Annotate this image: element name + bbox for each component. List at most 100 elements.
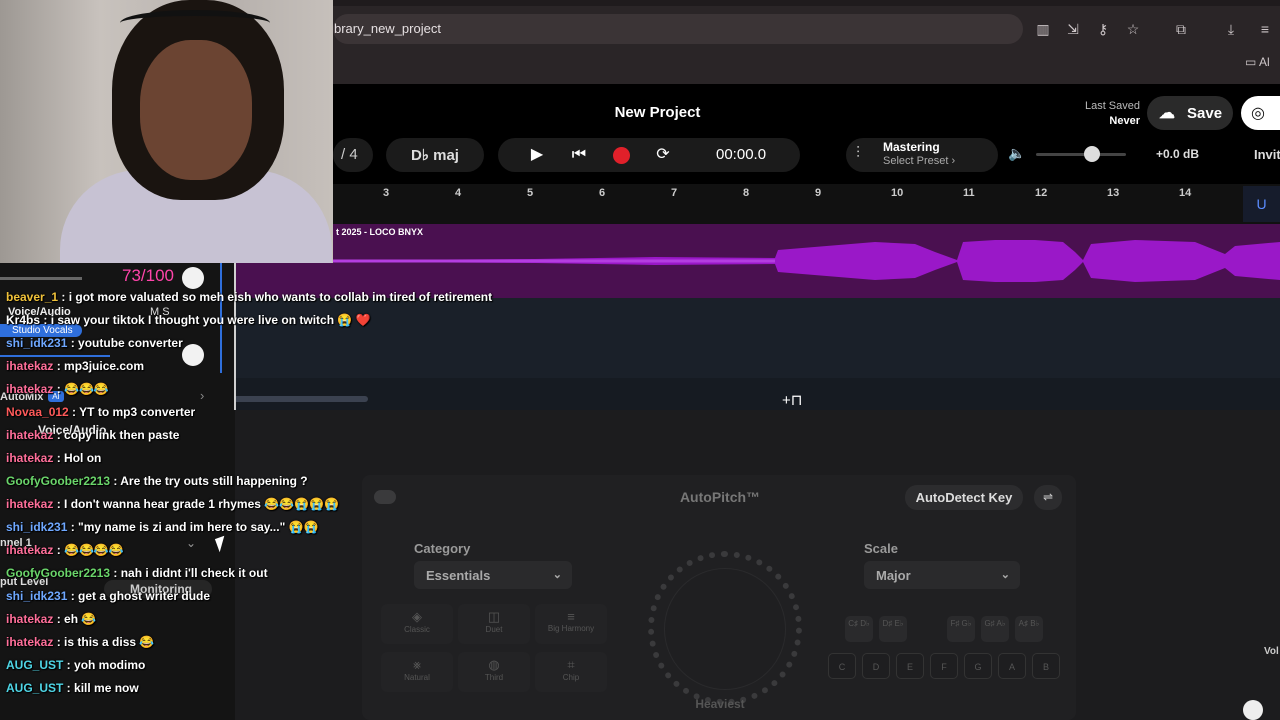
note-button-d[interactable]: D: [862, 653, 890, 679]
volume-knob[interactable]: [1243, 700, 1263, 720]
master-volume-readout: +0.0 dB: [1156, 147, 1200, 161]
note-button-c[interactable]: C: [828, 653, 856, 679]
chat-username: GoofyGoober2213: [6, 566, 111, 580]
note-button-b[interactable]: B: [1032, 653, 1060, 679]
style-third-button[interactable]: ◍ Third: [458, 652, 530, 692]
install-app-icon[interactable]: ⇲: [1062, 18, 1084, 40]
style-big-harmony-button[interactable]: ≡ Big Harmony: [535, 604, 607, 644]
note-button-a[interactable]: A: [998, 653, 1026, 679]
chat-text: Are the try outs still happening ?: [120, 474, 308, 488]
loop-icon[interactable]: ⟳: [652, 144, 674, 166]
play-icon[interactable]: ▶: [526, 144, 548, 166]
chat-username: ihatekaz: [6, 428, 54, 442]
ruler-bar-number: 10: [891, 187, 904, 199]
track-pan-knob[interactable]: [182, 344, 204, 366]
record-button[interactable]: [613, 147, 630, 164]
chat-separator: :: [53, 612, 65, 626]
chat-username: AUG_UST: [6, 658, 64, 672]
menu-icon[interactable]: ≡: [1254, 18, 1276, 40]
settings-sliders-icon[interactable]: ⇌: [1034, 485, 1062, 510]
skip-back-icon[interactable]: ⏮: [568, 144, 590, 166]
classic-icon: ◈: [412, 609, 422, 624]
chat-text: youtube converter: [78, 336, 183, 350]
chip-icon: ⌗: [567, 657, 575, 672]
note-button-dsharp[interactable]: D♯ E♭: [879, 616, 907, 642]
master-volume-slider[interactable]: [1036, 153, 1126, 156]
save-button[interactable]: ☁ Save: [1147, 96, 1233, 130]
chat-separator: :: [110, 474, 121, 488]
mastering-selector[interactable]: ⫶ Mastering Select Preset ›: [846, 138, 998, 172]
note-button-fsharp[interactable]: F♯ G♭: [947, 616, 975, 642]
note-button-g[interactable]: G: [964, 653, 992, 679]
key-selector[interactable]: D♭ maj: [386, 138, 484, 172]
password-key-icon[interactable]: ⚷: [1092, 18, 1114, 40]
chat-username: ihatekaz: [6, 359, 54, 373]
note-button-e[interactable]: E: [896, 653, 924, 679]
last-saved-status: Last Saved Never: [1084, 100, 1140, 127]
knob-center: [664, 568, 786, 690]
webcam-face: [140, 40, 252, 180]
ruler-bar-number: 11: [963, 187, 975, 199]
ruler-bar-number: 12: [1035, 187, 1048, 199]
chat-text: YT to mp3 converter: [79, 405, 196, 419]
reader-mode-icon[interactable]: ▥: [1032, 18, 1054, 40]
speaker-icon[interactable]: 🔈: [1008, 145, 1025, 162]
chat-text: is this a diss 😂: [64, 635, 155, 649]
style-classic-button[interactable]: ◈ Classic: [381, 604, 453, 644]
chat-username: GoofyGoober2213: [6, 474, 111, 488]
scale-label: Scale: [864, 541, 898, 556]
project-title[interactable]: New Project: [560, 104, 755, 121]
category-dropdown[interactable]: Essentials ⌄: [414, 561, 572, 589]
cloud-upload-icon: ☁: [1159, 105, 1175, 122]
extensions-icon[interactable]: ⧉: [1170, 18, 1192, 40]
add-track-icon[interactable]: +⊓: [782, 391, 802, 409]
chat-username: shi_idk231: [6, 589, 68, 603]
chat-separator: :: [53, 635, 65, 649]
style-natural-button[interactable]: ⨳ Natural: [381, 652, 453, 692]
chevron-down-icon[interactable]: ⌄: [186, 536, 196, 550]
ruler-bar-number: 4: [455, 187, 462, 199]
note-button-gsharp[interactable]: G♯ A♭: [981, 616, 1009, 642]
folder-icon: ▭: [1245, 55, 1260, 69]
autodetect-key-button[interactable]: AutoDetect Key: [905, 485, 1023, 510]
chat-text: 😂😂😂😂: [64, 543, 124, 557]
chat-text: kill me now: [74, 681, 139, 695]
bookmark-star-icon[interactable]: ☆: [1122, 18, 1144, 40]
chat-message: Novaa_012 : YT to mp3 converter: [6, 405, 195, 419]
chat-username: beaver_1: [6, 290, 59, 304]
chat-separator: :: [63, 658, 75, 672]
chat-text: Hol on: [64, 451, 102, 465]
timeline-marker[interactable]: U: [1243, 186, 1280, 222]
chat-username: Novaa_012: [6, 405, 69, 419]
chat-text: yoh modimo: [74, 658, 146, 672]
note-button-csharp[interactable]: C♯ D♭: [845, 616, 873, 642]
chat-text: "my name is zi and im here to say..." 😭😭: [78, 520, 319, 534]
style-duet-button[interactable]: ◫ Duet: [458, 604, 530, 644]
autopitch-toggle[interactable]: [374, 490, 396, 504]
timeline-ruler[interactable]: [333, 184, 1280, 224]
chat-text: copy link then paste: [64, 428, 180, 442]
master-volume-knob[interactable]: [1083, 146, 1100, 162]
time-signature[interactable]: / 4: [333, 138, 373, 172]
invite-button[interactable]: Invit: [1254, 147, 1280, 162]
address-bar-text: brary_new_project: [334, 21, 441, 36]
playhead[interactable]: [234, 263, 236, 410]
empty-track-lane[interactable]: [235, 298, 1280, 378]
bookmark-folder[interactable]: ▭ Al: [1245, 55, 1270, 69]
chat-message: beaver_1 : i got more valuated so meh ei…: [6, 290, 492, 304]
chat-text: get a ghost writer dude: [78, 589, 211, 603]
chat-message: ihatekaz : 😂😂😂😂: [6, 543, 124, 557]
download-icon[interactable]: ⤓: [1220, 18, 1242, 40]
track-volume-knob[interactable]: [182, 267, 204, 289]
scale-dropdown[interactable]: Major ⌄: [864, 561, 1020, 589]
note-button-f[interactable]: F: [930, 653, 958, 679]
note-button-asharp[interactable]: A♯ B♭: [1015, 616, 1043, 642]
chat-username: shi_idk231: [6, 336, 68, 350]
chat-text: 😂😂😂: [64, 382, 109, 396]
chat-separator: :: [53, 543, 65, 557]
chevron-right-icon[interactable]: ›: [200, 388, 204, 403]
style-chip-button[interactable]: ⌗ Chip: [535, 652, 607, 692]
chat-message: ihatekaz : mp3juice.com: [6, 359, 144, 373]
horizontal-scrollbar[interactable]: [230, 396, 368, 402]
share-button[interactable]: ◎: [1241, 96, 1280, 130]
